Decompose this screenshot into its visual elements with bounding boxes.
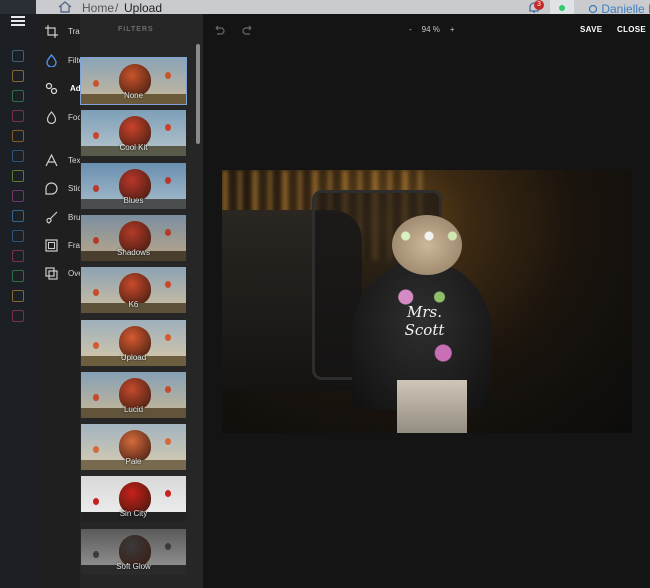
nav-edit-icon[interactable] [12,170,24,182]
filter-thumbnail[interactable]: Cool Kit [80,109,187,157]
nav-document-icon[interactable] [12,150,24,162]
filter-label: Cool Kit [119,143,148,153]
focus-icon [44,110,58,124]
nav-stats-icon[interactable] [12,230,24,242]
filters-title: FILTERS [118,26,154,33]
app-side-nav [0,14,36,588]
small-balloon [165,542,171,550]
nav-settings-icon[interactable] [12,290,24,302]
close-button[interactable]: CLOSE [617,25,646,34]
filter-label: Lucid [123,404,144,414]
small-balloon [93,236,99,244]
home-icon[interactable] [58,1,72,13]
redo-icon[interactable] [242,24,254,36]
overlays-icon [44,266,58,280]
stickers-icon [44,181,58,195]
photo-editor-screen: Home / Upload 3 Danielle F Transform [0,0,650,588]
filter-label: Soft Glow [116,561,151,571]
filter-thumbnail[interactable]: Upload [80,319,187,367]
filters-panel: FILTERS None Cool Kit Blues Shadows K6 Upload… [80,14,203,588]
nav-inbox-icon[interactable] [12,210,24,222]
small-balloon [93,184,99,192]
filter-label: None [123,91,144,100]
zoom-out-button[interactable]: - [409,25,412,34]
filter-thumbnail[interactable]: K6 [80,266,187,314]
small-balloon [165,333,171,341]
frames-icon [44,238,58,252]
nav-upload-icon[interactable] [12,70,24,82]
nav-chart-icon[interactable] [12,130,24,142]
photo-hair [392,215,462,275]
small-balloon [93,341,99,349]
breadcrumb-separator: / [115,1,119,14]
nav-phone-icon[interactable] [12,90,24,102]
zoom-value: 94 % [421,25,440,34]
adjust-icon [44,81,58,95]
filter-thumbnail[interactable]: Lucid [80,371,187,419]
editor-tools: Transform Filters Adjust Focus Text Stic… [36,14,104,588]
filter-thumbnail[interactable]: None [80,57,187,105]
nav-layers-icon[interactable] [12,250,24,262]
nav-mail-icon[interactable] [12,190,24,202]
filter-thumbnail[interactable]: Blues [80,162,187,210]
filter-thumbnail[interactable]: Soft Glow [80,528,187,576]
small-balloon [165,228,171,236]
painted-line-2: Scott [404,321,445,339]
small-balloon [165,385,171,393]
photo-flower-crown [390,228,468,244]
small-balloon [165,176,171,184]
nav-home-icon[interactable] [12,50,24,62]
breadcrumb-home[interactable]: Home [82,2,114,14]
text-icon [44,153,58,167]
hamburger-menu-icon[interactable] [11,14,25,26]
nav-gallery-icon[interactable] [12,110,24,122]
zoom-control: -94 % + [404,25,460,34]
breadcrumb-current: Upload [124,1,163,14]
user-name: Danielle F [601,2,650,14]
filter-label: Pale [125,457,142,467]
painted-line-1: Mrs. [407,303,442,321]
small-balloon [93,80,99,87]
save-button[interactable]: SAVE [580,25,602,34]
nav-extra-icon[interactable] [12,310,24,322]
online-status-icon [559,5,565,11]
filter-label: Sin City [119,509,148,519]
undo-icon[interactable] [213,24,225,36]
app-menu-area [0,0,36,14]
app-top-bar: Home / Upload 3 Danielle F [0,0,650,14]
filter-thumbnail[interactable]: Pale [80,423,187,471]
filter-label: Blues [123,195,144,205]
filters-scrollbar[interactable] [196,44,200,144]
small-balloon [93,393,99,401]
filter-thumbnail[interactable]: Sin City [80,475,187,523]
zoom-in-button[interactable]: + [450,25,455,34]
filters-icon [44,53,58,67]
user-gear-icon [588,4,598,14]
transform-icon [44,24,58,38]
small-balloon [165,72,171,79]
filter-label: Upload [120,352,147,362]
filter-label: Shadows [117,247,150,257]
filter-label: K6 [128,300,139,310]
filter-thumbnail[interactable]: Shadows [80,214,187,262]
nav-user-icon[interactable] [12,270,24,282]
brush-icon [44,210,58,224]
photo-dress [397,380,467,433]
user-menu[interactable]: Danielle F [588,2,650,14]
notification-badge: 3 [534,0,544,10]
photo-painted-text: Mrs. Scott [387,285,462,365]
edited-photo[interactable]: Mrs. Scott [222,170,632,433]
editor-canvas: -94 % + SAVE CLOSE Mrs. Scott [203,14,650,588]
small-balloon [93,550,99,558]
